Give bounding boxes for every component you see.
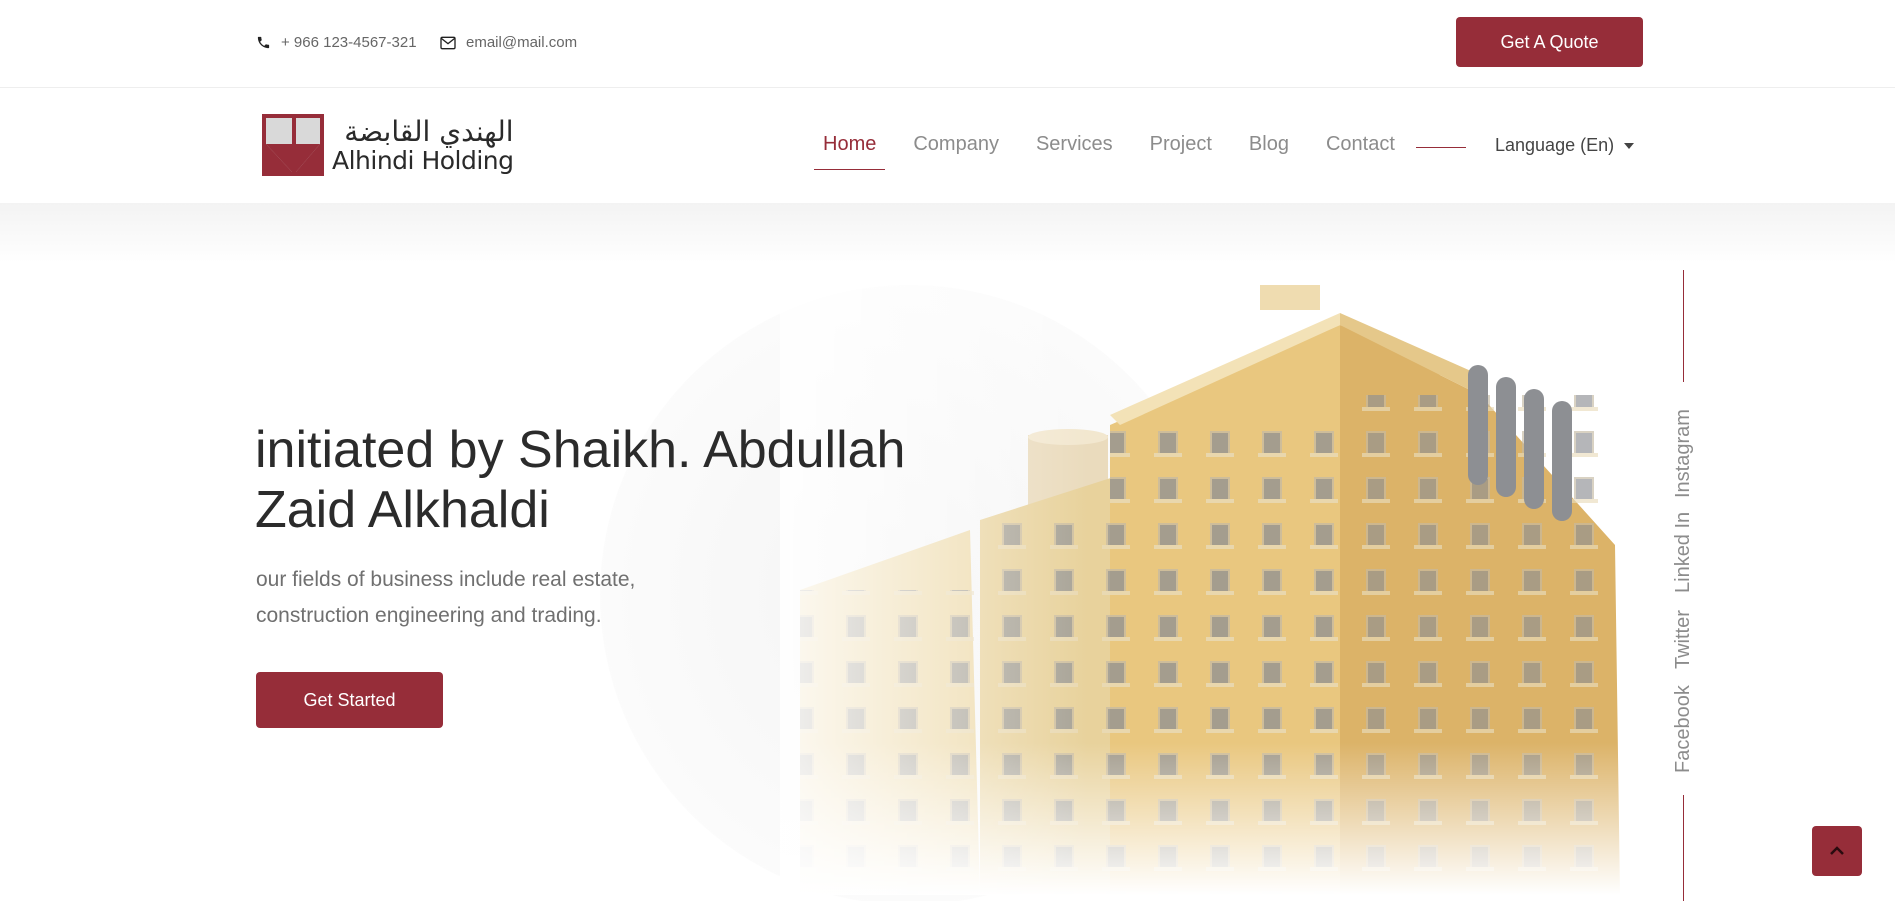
get-started-button[interactable]: Get Started [256,672,443,728]
top-bar: + 966 123-4567-321 email@mail.com Get A … [0,0,1895,88]
logo-english: Alhindi Holding [332,145,514,175]
phone-number: + 966 123-4567-321 [281,34,417,51]
social-twitter[interactable]: Twitter [1672,610,1695,669]
hero-description: our fields of business include real esta… [256,568,636,627]
language-dropdown[interactable]: Language (En) [1495,135,1635,156]
nav-blog[interactable]: Blog [1240,133,1298,170]
scroll-to-top-button[interactable] [1812,826,1862,876]
social-instagram[interactable]: Instagram [1672,409,1695,498]
social-line-top [1683,270,1684,382]
phone-contact[interactable]: + 966 123-4567-321 [256,34,417,51]
nav-project[interactable]: Project [1141,133,1221,170]
language-label: Language (En) [1495,135,1615,155]
email-address: email@mail.com [466,34,578,51]
header-shadow [0,203,1895,263]
main-nav: Home Company Services Project Blog Conta… [814,133,1423,170]
hero-title: initiated by Shaikh. Abdullah Zaid Alkha… [255,421,906,539]
chevron-up-icon [1830,846,1844,855]
phone-icon [257,36,270,49]
envelope-icon [440,36,456,49]
nav-divider [1416,147,1466,148]
get-quote-button[interactable]: Get A Quote [1456,17,1643,67]
logo-mark-icon [262,114,324,176]
nav-home[interactable]: Home [814,133,886,170]
caret-down-icon [1624,142,1635,149]
building-image [780,285,1660,895]
nav-services[interactable]: Services [1027,133,1122,170]
logo[interactable]: الهندي القابضة Alhindi Holding [262,114,514,176]
social-line-bottom [1683,795,1684,901]
nav-contact[interactable]: Contact [1317,133,1404,170]
social-facebook[interactable]: Facebook [1672,685,1695,773]
logo-arabic: الهندي القابضة [344,114,514,148]
nav-company[interactable]: Company [904,133,1008,170]
logo-text: الهندي القابضة Alhindi Holding [332,114,514,175]
social-linkedin[interactable]: Linked In [1672,512,1695,593]
email-contact[interactable]: email@mail.com [440,34,577,51]
